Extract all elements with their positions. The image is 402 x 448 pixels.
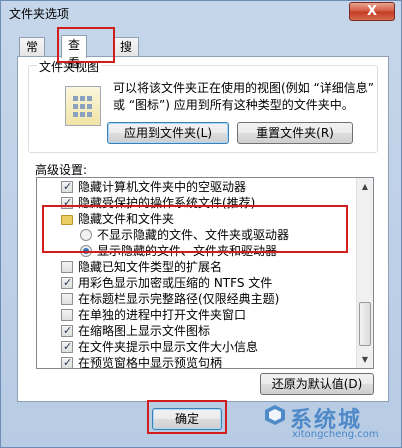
vertical-scrollbar[interactable]: ▲ ▼ (356, 178, 373, 368)
close-button[interactable]: X (349, 2, 395, 21)
advanced-settings-label: 高级设置: (35, 163, 88, 177)
folder-views-group: 文件夹视图 可以将该文件夹正在使用的视图(例如 “详细信息” 或 “图标”) 应… (28, 58, 378, 153)
folder-views-icon (65, 86, 101, 126)
reset-folders-button[interactable]: 重置文件夹(R) (237, 122, 353, 144)
watermark-url: xitongcheng.com (292, 429, 379, 440)
checkbox[interactable] (61, 339, 73, 354)
watermark-logo-icon (265, 405, 285, 425)
title-bar[interactable]: 文件夹选项 X (1, 1, 401, 25)
hidden-files-highlight (42, 205, 348, 253)
ok-button-highlight (147, 400, 227, 434)
checkbox[interactable] (61, 179, 73, 194)
tab-view-highlight (57, 27, 115, 63)
checkbox[interactable] (61, 323, 73, 338)
window-title: 文件夹选项 (9, 7, 70, 21)
scroll-thumb[interactable] (359, 302, 371, 346)
watermark: 系统城 xitongcheng.com (264, 402, 394, 442)
checkbox[interactable] (61, 261, 73, 273)
checkbox[interactable] (61, 309, 73, 321)
tab-search[interactable]: 搜索 (113, 37, 140, 72)
tab-general[interactable]: 常规 (19, 37, 46, 72)
scroll-up-icon[interactable]: ▲ (357, 178, 373, 195)
checkbox[interactable] (61, 293, 73, 305)
apply-to-folders-button[interactable]: 应用到文件夹(L) (107, 122, 229, 144)
folder-views-description: 可以将该文件夹正在使用的视图(例如 “详细信息” 或 “图标”) 应用到所有这种… (113, 81, 374, 112)
checkbox[interactable] (61, 355, 73, 368)
checkbox[interactable] (61, 275, 73, 290)
restore-defaults-button[interactable]: 还原为默认值(D) (260, 373, 374, 395)
scroll-down-icon[interactable]: ▼ (357, 351, 373, 368)
